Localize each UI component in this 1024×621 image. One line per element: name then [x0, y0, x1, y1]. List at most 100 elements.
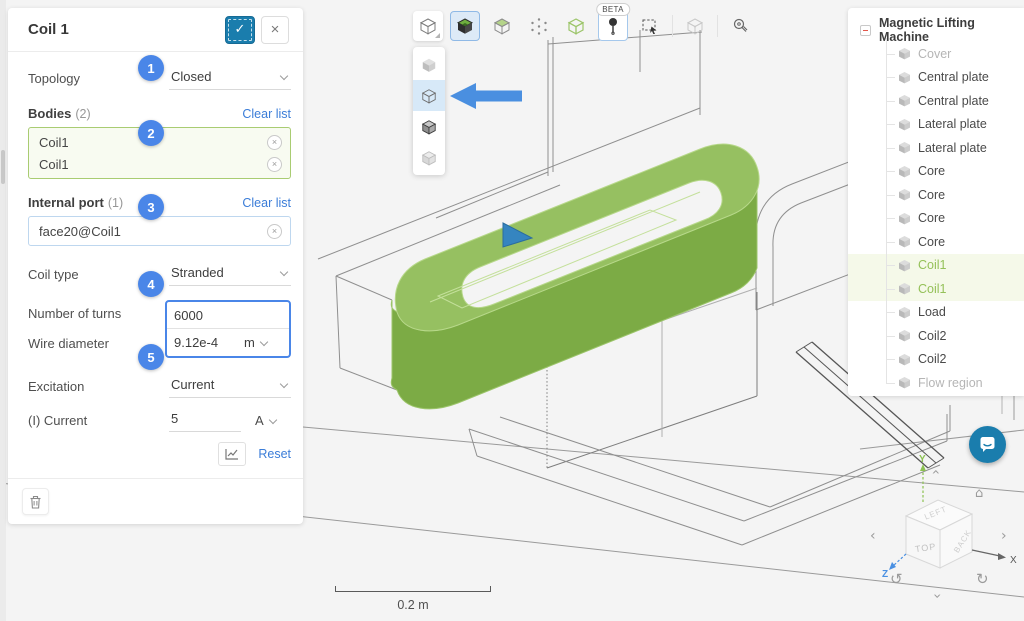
annotation-badge-5: 5	[138, 344, 164, 370]
topology-value: Closed	[171, 69, 211, 84]
roll-ccw-button[interactable]: ↺	[890, 572, 903, 587]
box-select-icon	[641, 17, 659, 35]
toolbar-separator	[717, 15, 718, 37]
delete-button[interactable]	[22, 488, 49, 515]
trash-icon	[29, 495, 42, 509]
body-cube-icon	[898, 259, 911, 272]
apply-button[interactable]: ✓	[225, 16, 255, 44]
left-scroll-strip	[0, 0, 6, 621]
remove-icon[interactable]: ×	[267, 157, 282, 172]
tree-rows: Cover Central plate Central plate Latera…	[848, 42, 1024, 395]
shaded-edges-cube-icon	[421, 119, 437, 135]
topology-select[interactable]: Closed	[169, 67, 291, 90]
tree-item[interactable]: Lateral plate	[848, 113, 1024, 137]
current-unit: A	[255, 413, 264, 428]
coil1-body[interactable]	[391, 144, 759, 409]
body-cube-icon	[898, 188, 911, 201]
view-modes-button[interactable]	[413, 11, 443, 41]
remove-icon[interactable]: ×	[267, 135, 282, 150]
body-cube-icon	[898, 118, 911, 131]
actions-row: Reset	[28, 442, 291, 478]
tree-item[interactable]: Cover	[848, 42, 1024, 66]
remove-icon[interactable]: ×	[267, 224, 282, 239]
internal-port-list: face20@Coil1 ×	[28, 216, 291, 246]
turns-input-row	[167, 302, 289, 329]
table-input-button[interactable]	[218, 442, 246, 466]
bodies-count: (2)	[75, 107, 242, 121]
beta-badge: BETA	[596, 3, 630, 16]
measure-button[interactable]	[725, 11, 755, 41]
tree-item[interactable]: Core	[848, 207, 1024, 231]
wire-diameter-input[interactable]	[174, 335, 244, 350]
coil-type-value: Stranded	[171, 265, 224, 280]
measure-tape-icon	[731, 17, 749, 35]
body-cube-icon	[898, 329, 911, 342]
turns-input[interactable]	[174, 308, 282, 323]
scene-tree-panel: Magnetic Lifting Machine Cover Central p…	[848, 8, 1024, 396]
bodies-clear-link[interactable]: Clear list	[242, 107, 291, 121]
assembly-cube-icon	[686, 17, 704, 35]
support-chat-button[interactable]	[969, 426, 1006, 463]
page-title: Coil 1	[28, 21, 225, 38]
tree-item[interactable]: Lateral plate	[848, 136, 1024, 160]
select-vertex-icon	[530, 17, 548, 35]
select-vertex-button[interactable]	[524, 11, 554, 41]
tree-item[interactable]: Flow region	[848, 371, 1024, 395]
select-volume-button[interactable]	[561, 11, 591, 41]
tree-item[interactable]: Coil2	[848, 348, 1024, 372]
body-name: Coil1	[39, 157, 267, 172]
view-mode-wireframe[interactable]	[413, 80, 445, 111]
excitation-select[interactable]: Current	[169, 375, 291, 398]
rotate-right-button[interactable]: ›	[1001, 529, 1007, 543]
tree-item[interactable]: Core	[848, 230, 1024, 254]
rotate-left-button[interactable]: ‹	[870, 529, 876, 543]
viewport-toolbar: BETA	[413, 11, 755, 41]
cancel-button[interactable]: ×	[261, 16, 289, 44]
select-body-icon	[456, 17, 474, 35]
wire-unit-select[interactable]: m	[244, 335, 269, 350]
current-unit-select[interactable]: A	[255, 413, 278, 428]
rotate-down-button[interactable]: ›	[930, 593, 944, 599]
bodies-header: Bodies (2) Clear list	[28, 106, 291, 121]
roll-cw-button[interactable]: ↻	[976, 572, 989, 587]
annotation-badge-4: 4	[138, 271, 164, 297]
assembly-select-button[interactable]	[680, 11, 710, 41]
list-item[interactable]: face20@Coil1 ×	[39, 220, 282, 242]
tree-item[interactable]: Coil2	[848, 324, 1024, 348]
select-body-button[interactable]	[450, 11, 480, 41]
chevron-down-icon	[280, 379, 288, 387]
internal-port-clear-link[interactable]: Clear list	[242, 196, 291, 210]
select-face-button[interactable]	[487, 11, 517, 41]
chevron-down-icon	[280, 267, 288, 275]
panel-footer	[8, 478, 303, 524]
tree-root-row[interactable]: Magnetic Lifting Machine	[848, 18, 1024, 42]
view-mode-shaded[interactable]	[413, 49, 445, 80]
rotate-up-button[interactable]: ›	[929, 469, 943, 475]
current-input[interactable]	[169, 409, 241, 432]
list-item[interactable]: Coil1 ×	[39, 153, 282, 175]
tree-item[interactable]: Load	[848, 301, 1024, 325]
tree-item[interactable]: Central plate	[848, 66, 1024, 90]
tree-item[interactable]: Coil1	[848, 254, 1024, 278]
shaded-cube-icon	[421, 57, 437, 73]
scrollbar-thumb[interactable]	[1, 150, 5, 184]
x-axis-label: X	[1010, 555, 1017, 566]
chevron-down-icon	[260, 337, 268, 345]
bodies-label: Bodies	[28, 106, 71, 121]
reset-link[interactable]: Reset	[258, 447, 291, 461]
tree-item[interactable]: Core	[848, 160, 1024, 184]
tree-item[interactable]: Central plate	[848, 89, 1024, 113]
tree-item[interactable]: Coil1	[848, 277, 1024, 301]
internal-port-count: (1)	[108, 196, 243, 210]
box-select-button[interactable]	[635, 11, 665, 41]
home-view-button[interactable]: ⌂	[975, 487, 983, 500]
coil-type-select[interactable]: Stranded	[169, 263, 291, 286]
select-face-icon	[493, 17, 511, 35]
x-axis-arrow	[998, 553, 1006, 560]
annotation-badge-2: 2	[138, 120, 164, 146]
tree-item[interactable]: Core	[848, 183, 1024, 207]
view-mode-translucent[interactable]	[413, 142, 445, 173]
view-mode-shaded-edges[interactable]	[413, 111, 445, 142]
collapse-icon[interactable]	[860, 25, 871, 36]
probe-point-button[interactable]: BETA	[598, 11, 628, 41]
